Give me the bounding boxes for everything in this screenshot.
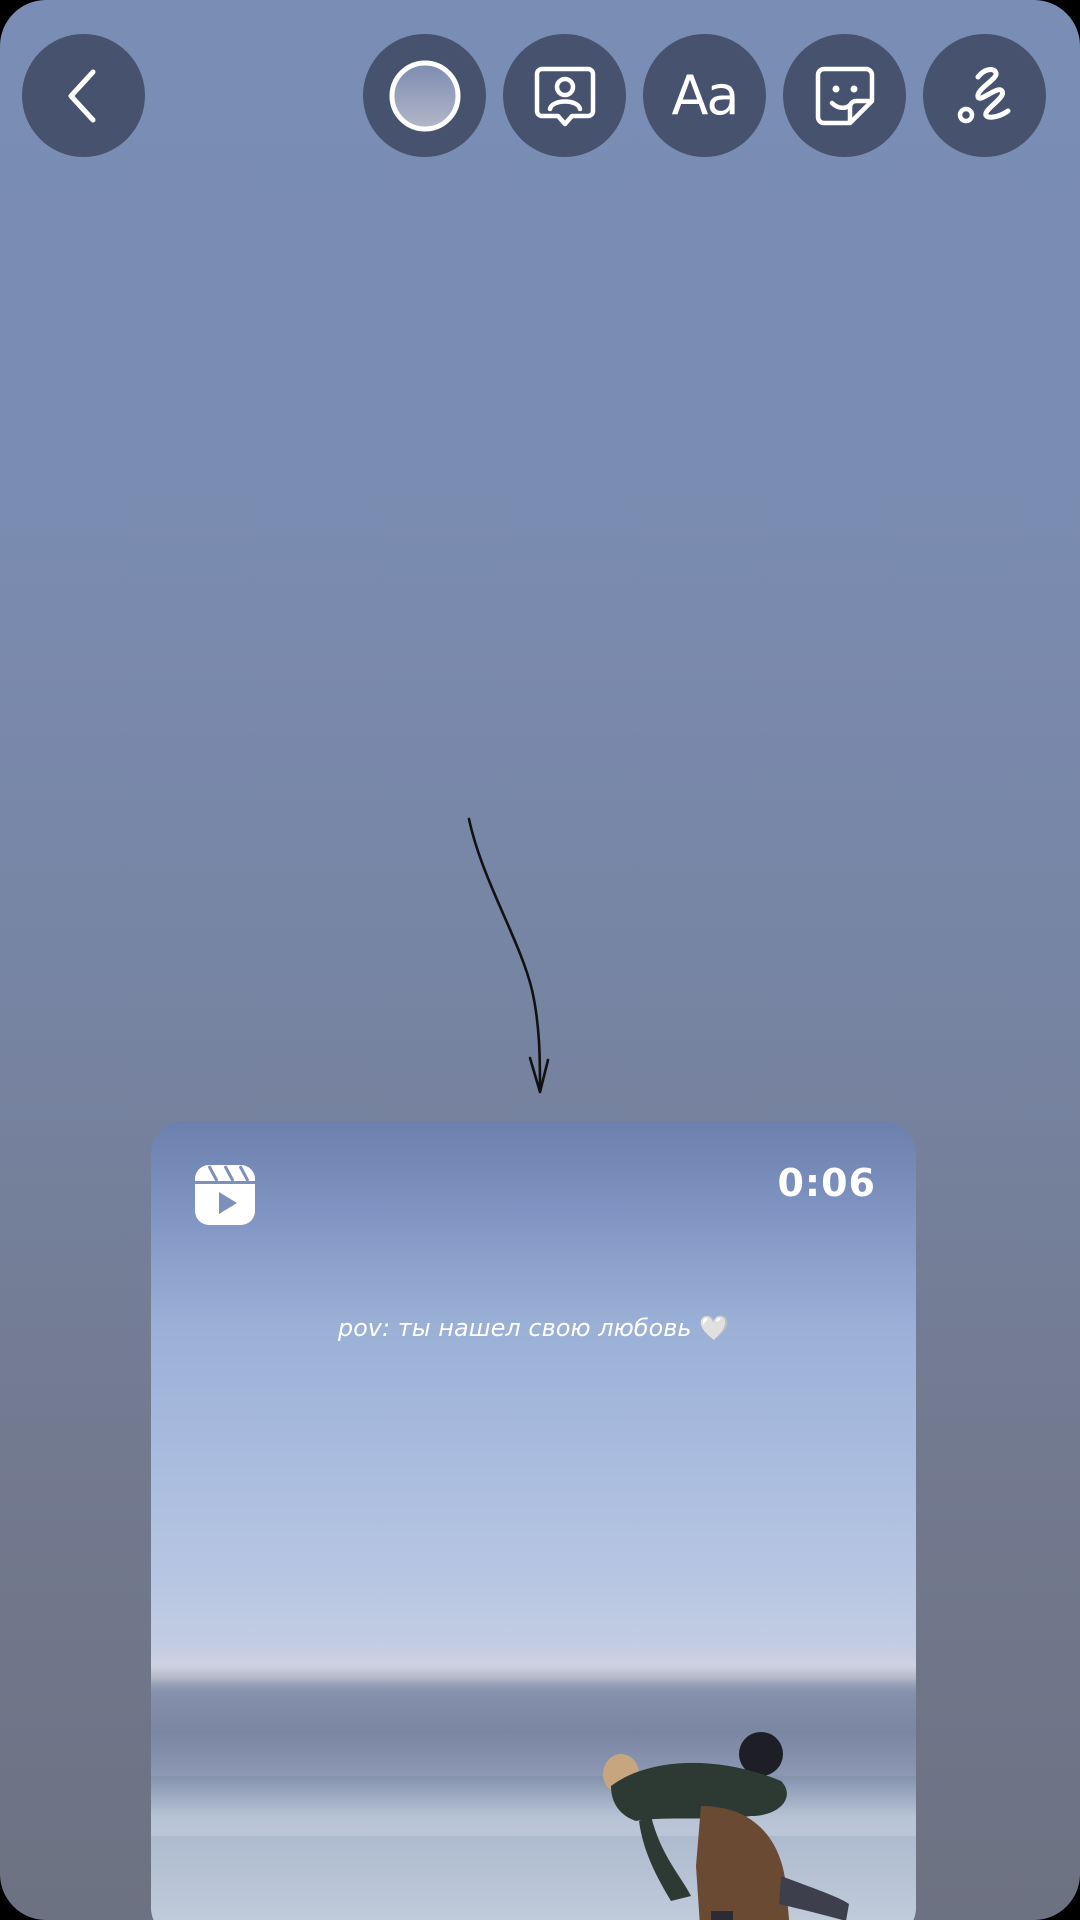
reel-caption: pov: ты нашел свою любовь 🤍 [151,1314,916,1342]
reel-caption-text: pov: ты нашел свою любовь [337,1314,692,1342]
heart-emoji: 🤍 [699,1314,730,1342]
reel-photo-people [603,1732,849,1920]
reels-icon [195,1165,255,1225]
reel-duration: 0:06 [777,1161,876,1205]
story-editor-screen: Aa 0:06 pov: ты нашел свою любовь 🤍 [0,0,1080,1920]
shared-reel-card[interactable]: 0:06 pov: ты нашел свою любовь 🤍 [151,1121,916,1920]
